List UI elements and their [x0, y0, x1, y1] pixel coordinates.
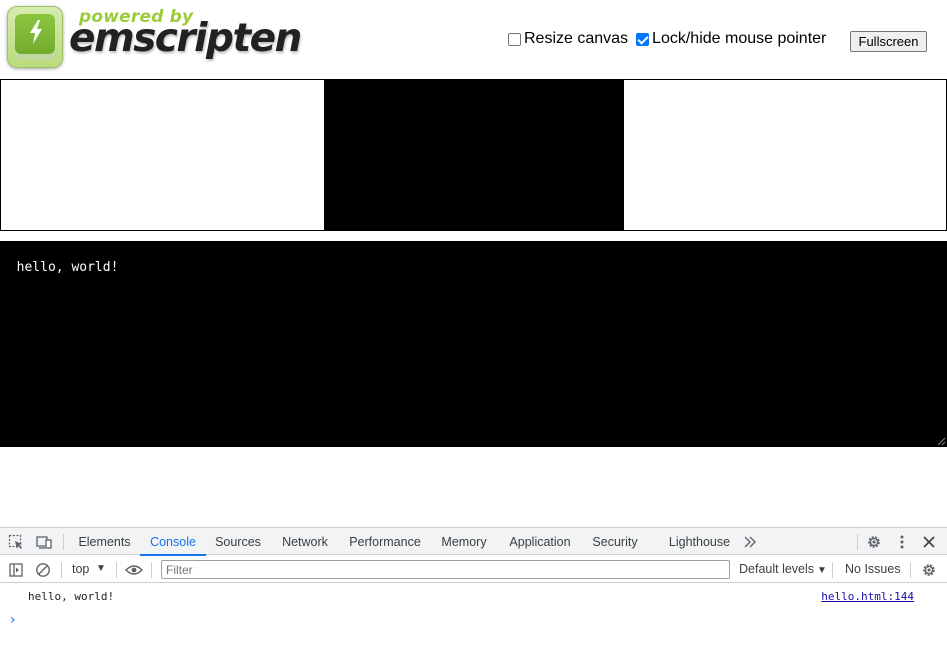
log-levels-dropdown[interactable]: Default levels ▼: [739, 562, 827, 576]
log-levels-chevron-icon: ▼: [817, 565, 827, 576]
page-header: powered by emscripten Resize canvas Lock…: [0, 0, 947, 78]
tab-sources[interactable]: Sources: [209, 528, 267, 555]
lightning-bolt-icon: [30, 20, 42, 44]
lock-pointer-checkbox[interactable]: [636, 32, 650, 46]
console-message-text: hello, world!: [28, 590, 115, 603]
tab-memory[interactable]: Memory: [435, 528, 493, 555]
canvas-controls: Resize canvas Lock/hide mouse pointer: [507, 30, 826, 48]
console-prompt-caret[interactable]: ›: [10, 612, 16, 628]
context-dropdown-icon[interactable]: ▼: [96, 563, 106, 574]
console-message-source-link[interactable]: hello.html:144: [821, 590, 914, 603]
issues-counter[interactable]: No Issues: [845, 562, 901, 576]
emscripten-canvas[interactable]: [0, 79, 947, 231]
output-text: hello, world!: [16, 260, 119, 275]
console-toolbar: top ▼ Default levels▼ No Issues: [0, 556, 947, 583]
tab-elements[interactable]: Elements: [72, 528, 137, 555]
context-selector[interactable]: top: [72, 562, 89, 576]
lock-pointer-option[interactable]: Lock/hide mouse pointer: [635, 30, 826, 48]
lock-pointer-label: Lock/hide mouse pointer: [652, 30, 827, 47]
console-message-row: hello, world! hello.html:144: [0, 584, 947, 610]
devtools-panel: Elements Console Sources Network Perform…: [0, 527, 947, 672]
canvas-black-rect: [324, 80, 624, 230]
show-sidebar-icon[interactable]: [7, 561, 25, 579]
log-levels-label: Default levels: [739, 562, 815, 576]
console-settings-gear-icon[interactable]: [920, 561, 938, 579]
emscripten-logo: [7, 6, 63, 68]
close-devtools-icon[interactable]: [920, 533, 938, 551]
live-expression-eye-icon[interactable]: [125, 561, 143, 579]
fullscreen-button[interactable]: Fullscreen: [850, 31, 927, 52]
resize-canvas-label: Resize canvas: [524, 30, 629, 47]
clear-console-icon[interactable]: [34, 561, 52, 579]
tab-network[interactable]: Network: [274, 528, 336, 555]
tab-security[interactable]: Security: [586, 528, 644, 555]
inspect-element-icon[interactable]: [7, 533, 25, 551]
brand-wordmark: emscripten: [69, 16, 302, 61]
tab-console[interactable]: Console: [140, 528, 206, 556]
tab-lighthouse[interactable]: Lighthouse: [662, 528, 737, 555]
output-textarea[interactable]: hello, world!: [0, 241, 947, 447]
more-options-kebab-icon[interactable]: [893, 533, 911, 551]
tab-application[interactable]: Application: [501, 528, 579, 555]
tab-performance[interactable]: Performance: [342, 528, 428, 555]
resize-canvas-option[interactable]: Resize canvas: [507, 30, 628, 48]
devtools-tabbar: Elements Console Sources Network Perform…: [0, 528, 947, 556]
resize-canvas-checkbox[interactable]: [508, 32, 521, 46]
resize-grip-icon[interactable]: [937, 437, 946, 446]
console-filter-input[interactable]: [161, 560, 730, 579]
double-chevron-right-icon[interactable]: [741, 533, 759, 551]
device-toolbar-icon[interactable]: [35, 533, 53, 551]
settings-gear-icon[interactable]: [865, 533, 883, 551]
